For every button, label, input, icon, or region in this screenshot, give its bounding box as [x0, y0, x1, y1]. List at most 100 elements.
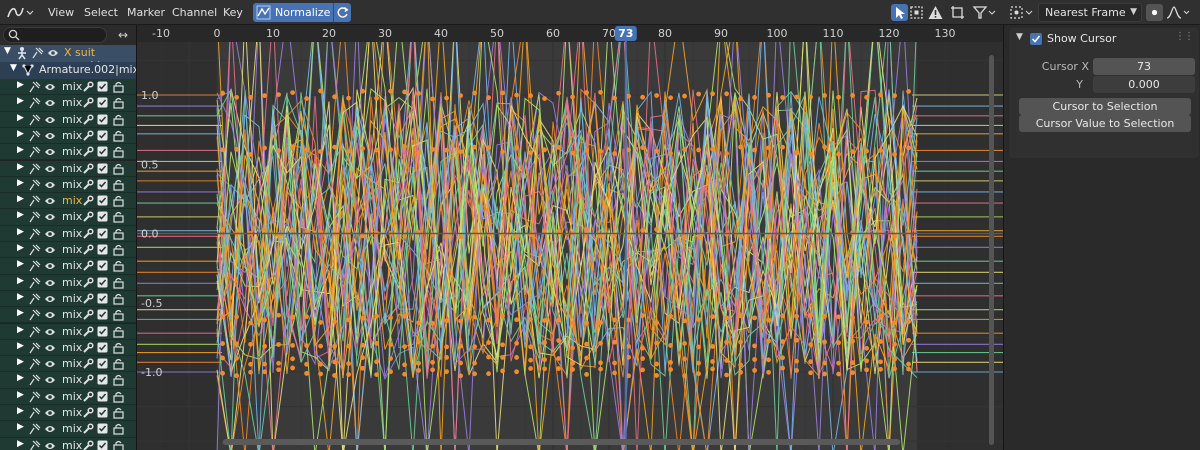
wrench-icon[interactable] — [82, 374, 94, 386]
keyframe-point[interactable] — [808, 313, 813, 319]
cursor-y-field[interactable]: 0.000 — [1093, 76, 1195, 93]
wrench-icon[interactable] — [82, 440, 94, 450]
keyframe-point[interactable] — [220, 147, 225, 153]
pin-icon[interactable] — [29, 342, 41, 354]
expand-arrow-icon[interactable]: ▶ — [17, 162, 24, 172]
keyframe-point[interactable] — [906, 88, 911, 94]
keyframe-point[interactable] — [416, 91, 421, 96]
warning-icon[interactable] — [927, 4, 944, 21]
keyframe-point[interactable] — [430, 321, 435, 326]
keyframe-point[interactable] — [570, 345, 575, 351]
keyframe-point[interactable] — [836, 314, 841, 320]
keyframe-point[interactable] — [640, 356, 645, 361]
keyframe-point[interactable] — [668, 313, 673, 319]
keyframe-point[interactable] — [444, 344, 449, 350]
keyframe-point[interactable] — [220, 341, 225, 346]
keyframe-point[interactable] — [710, 359, 715, 364]
channel-row[interactable]: ▶ mix — [0, 176, 136, 194]
keyframe-point[interactable] — [332, 343, 337, 349]
keyframe-point[interactable] — [612, 95, 617, 101]
keyframe-point[interactable] — [388, 369, 393, 375]
keyframe-point[interactable] — [304, 370, 309, 376]
keyframe-point[interactable] — [360, 315, 365, 321]
expand-arrow-icon[interactable]: ▶ — [17, 194, 24, 204]
cursor-to-selection-button[interactable]: Cursor to Selection — [1019, 98, 1191, 115]
keyframe-point[interactable] — [864, 358, 869, 364]
keyframe-point[interactable] — [570, 367, 575, 372]
keyframe-point[interactable] — [640, 345, 645, 351]
keyframe-point[interactable] — [500, 90, 505, 96]
expand-arrow-icon[interactable]: ▶ — [17, 308, 24, 318]
keyframe-point[interactable] — [234, 355, 239, 361]
pin-icon[interactable] — [29, 260, 41, 272]
keyframe-point[interactable] — [304, 147, 309, 153]
wrench-icon[interactable] — [82, 342, 94, 354]
keyframe-point[interactable] — [878, 313, 883, 319]
wrench-icon[interactable] — [82, 114, 94, 126]
pin-icon[interactable] — [29, 244, 41, 256]
eye-icon[interactable] — [44, 423, 56, 435]
wrench-icon[interactable] — [82, 97, 94, 109]
select-cursor-icon[interactable] — [891, 4, 908, 21]
keyframe-point[interactable] — [556, 144, 561, 150]
lock-icon[interactable] — [113, 260, 124, 272]
keyframe-point[interactable] — [234, 341, 239, 347]
keyframe-point[interactable] — [906, 337, 911, 343]
keyframe-point[interactable] — [598, 320, 603, 325]
keyframe-point[interactable] — [696, 360, 701, 366]
checkbox-icon[interactable] — [97, 260, 108, 271]
expand-arrow-icon[interactable]: ▼ — [4, 46, 11, 56]
keyframe-point[interactable] — [696, 147, 701, 153]
keyframe-point[interactable] — [682, 373, 687, 379]
keyframe-point[interactable] — [654, 373, 659, 378]
channel-armature[interactable]: ▼ Armature.002|mixam — [0, 62, 136, 79]
keyframe-point[interactable] — [556, 366, 561, 371]
keyframe-point[interactable] — [472, 371, 477, 377]
keyframe-point[interactable] — [654, 227, 659, 232]
keyframe-point[interactable] — [514, 145, 519, 150]
keyframe-point[interactable] — [500, 342, 505, 348]
keyframe-point[interactable] — [850, 93, 855, 98]
show-cursor-panel-header[interactable]: ▼ Show Cursor ⋮⋮ — [1009, 28, 1199, 50]
wrench-icon[interactable] — [82, 309, 94, 321]
checkbox-icon[interactable] — [97, 423, 108, 434]
keyframe-point[interactable] — [766, 234, 771, 239]
keyframe-point[interactable] — [514, 369, 519, 375]
keyframe-point[interactable] — [318, 371, 323, 377]
keyframe-point[interactable] — [472, 144, 477, 150]
keyframe-point[interactable] — [808, 370, 813, 376]
keyframe-point[interactable] — [598, 366, 603, 372]
keyframe-point[interactable] — [584, 341, 589, 347]
eye-icon[interactable] — [44, 163, 56, 175]
keyframe-point[interactable] — [738, 234, 743, 240]
keyframe-point[interactable] — [584, 90, 589, 95]
keyframe-point[interactable] — [892, 93, 897, 98]
wrench-icon[interactable] — [82, 211, 94, 223]
filter-icon[interactable] — [972, 4, 996, 21]
pin-icon[interactable] — [29, 440, 41, 450]
expand-arrow-icon[interactable]: ▶ — [17, 96, 24, 106]
keyframe-point[interactable] — [878, 366, 883, 372]
keyframe-point[interactable] — [682, 356, 687, 362]
expand-arrow-icon[interactable]: ▶ — [17, 210, 24, 220]
keyframe-point[interactable] — [500, 354, 505, 360]
keyframe-point[interactable] — [374, 147, 379, 153]
keyframe-point[interactable] — [626, 147, 631, 153]
keyframe-point[interactable] — [388, 356, 393, 361]
keyframe-point[interactable] — [794, 94, 799, 100]
keyframe-point[interactable] — [458, 149, 463, 155]
eye-icon[interactable] — [44, 211, 56, 223]
keyframe-point[interactable] — [836, 151, 841, 157]
keyframe-point[interactable] — [654, 361, 659, 367]
keyframe-point[interactable] — [220, 355, 225, 361]
keyframe-point[interactable] — [458, 373, 463, 379]
keyframe-point[interactable] — [850, 338, 855, 344]
lock-icon[interactable] — [113, 146, 124, 158]
graph-svg[interactable]: 1.0 0.5 0.0 -0.5 -1.0 -10 0 10 20 30 40 50 60 70 80 90 1… — [137, 25, 1003, 450]
expand-arrow-icon[interactable]: ▶ — [17, 227, 24, 237]
keyframe-point[interactable] — [276, 367, 281, 373]
keyframe-point[interactable] — [738, 369, 743, 375]
keyframe-point[interactable] — [528, 366, 533, 371]
show-cursor-checkbox[interactable] — [1030, 33, 1042, 45]
eye-icon[interactable] — [44, 130, 56, 142]
